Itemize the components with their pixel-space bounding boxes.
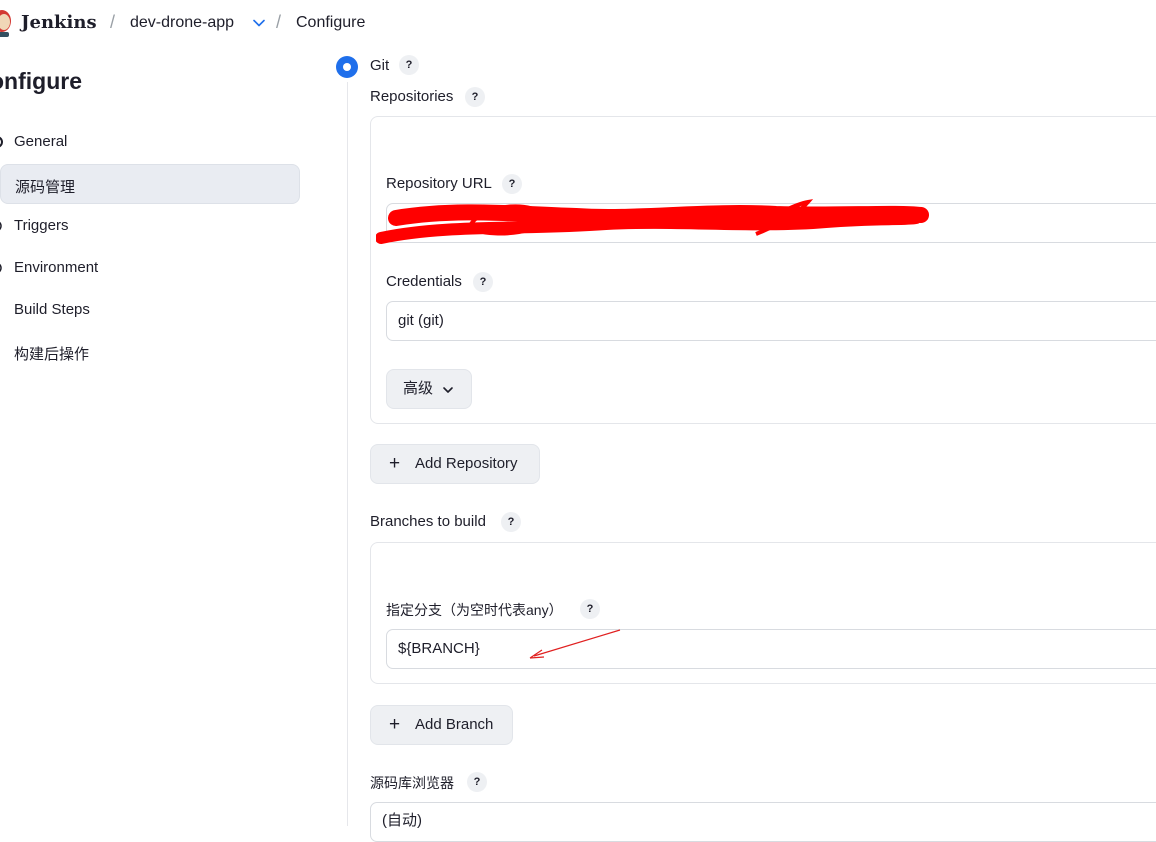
advanced-label: 高级 — [403, 380, 434, 397]
sidebar-item-environment[interactable]: Environment — [0, 248, 300, 288]
plus-icon: + — [389, 453, 401, 474]
top-bar: Jenkins / dev-drone-app / Configure — [0, 0, 1156, 48]
annotation-arrow — [529, 629, 621, 659]
plus-icon: + — [389, 714, 401, 735]
breadcrumb-configure[interactable]: Configure — [296, 14, 365, 32]
clock-icon — [0, 218, 6, 234]
git-label: Git — [370, 57, 390, 74]
help-icon[interactable]: ? — [473, 272, 493, 292]
breadcrumb-job[interactable]: dev-drone-app — [130, 14, 234, 32]
repo-browser-label: 源码库浏览器 — [370, 775, 454, 791]
help-icon[interactable]: ? — [465, 87, 485, 107]
add-repository-button[interactable]: + Add Repository — [370, 444, 540, 484]
globe-icon — [0, 260, 6, 276]
list-icon — [0, 302, 6, 318]
credentials-select[interactable]: git (git) — [386, 301, 1156, 341]
chevron-down-icon — [443, 387, 453, 393]
sidebar-item-label: Triggers — [14, 217, 69, 234]
help-icon[interactable]: ? — [580, 599, 600, 619]
sidebar-item-scm[interactable]: 源码管理 — [0, 164, 300, 204]
help-icon[interactable]: ? — [501, 512, 521, 532]
sidebar-item-label: General — [14, 133, 68, 150]
repo-browser-select[interactable]: (自动) — [370, 802, 1156, 842]
help-icon[interactable]: ? — [399, 55, 419, 75]
breadcrumb-separator: / — [276, 12, 282, 32]
branches-label: Branches to build — [370, 513, 486, 530]
gear-icon — [0, 134, 6, 150]
jenkins-logo-icon[interactable] — [0, 8, 12, 38]
branch-specifier-input[interactable]: ${BRANCH} — [386, 629, 1156, 669]
help-icon[interactable]: ? — [502, 174, 522, 194]
branch-specifier-label: 指定分支（为空时代表any） — [386, 602, 563, 618]
sidebar-item-triggers[interactable]: Triggers — [0, 206, 300, 246]
sidebar-item-label: 源码管理 — [15, 179, 76, 196]
sidebar-item-label: 构建后操作 — [14, 346, 90, 363]
sidebar-item-label: Build Steps — [14, 301, 90, 318]
breadcrumb-separator: / — [110, 12, 116, 32]
add-repository-label: Add Repository — [415, 455, 518, 472]
chevron-down-icon[interactable] — [252, 16, 266, 30]
repository-panel — [370, 116, 1156, 424]
add-branch-button[interactable]: + Add Branch — [370, 705, 513, 745]
sidebar-item-label: Environment — [14, 259, 99, 276]
advanced-button[interactable]: 高级 — [386, 369, 472, 409]
credentials-label: Credentials — [386, 273, 462, 290]
sidebar-item-post-build[interactable]: 构建后操作 — [0, 332, 300, 372]
redaction-scribble — [376, 199, 929, 244]
repository-url-label: Repository URL — [386, 175, 492, 192]
sidebar-item-general[interactable]: General — [0, 122, 300, 162]
page-title: onfigure — [0, 68, 82, 94]
repositories-label: Repositories — [370, 88, 454, 105]
sidebar-item-build-steps[interactable]: Build Steps — [0, 290, 300, 330]
help-icon[interactable]: ? — [467, 772, 487, 792]
brand-name[interactable]: Jenkins — [21, 12, 97, 33]
git-radio-button[interactable] — [336, 56, 358, 78]
box-icon — [0, 344, 6, 360]
content-divider — [347, 82, 348, 826]
add-branch-label: Add Branch — [415, 716, 494, 733]
